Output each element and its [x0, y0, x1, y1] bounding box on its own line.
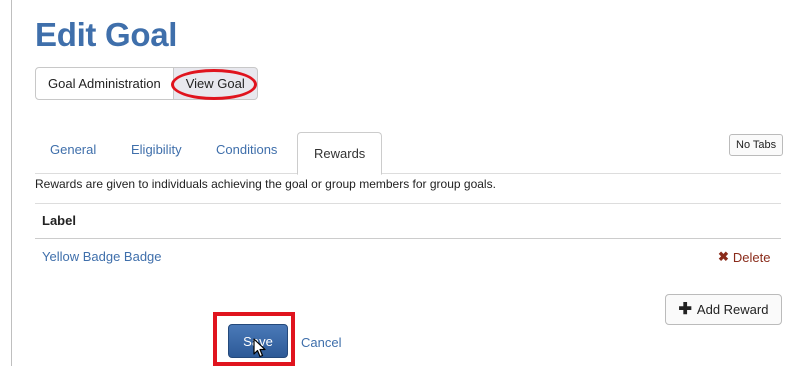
table-divider: [35, 203, 781, 204]
frame-border: [11, 0, 12, 366]
delete-reward-button[interactable]: ✖ Delete: [718, 249, 770, 265]
reward-link[interactable]: Yellow Badge Badge: [42, 249, 162, 264]
tab-eligibility[interactable]: Eligibility: [131, 142, 182, 157]
tab-general[interactable]: General: [50, 142, 96, 157]
delete-label: Delete: [732, 249, 771, 265]
page-title: Edit Goal: [35, 16, 178, 53]
table-divider: [35, 238, 781, 239]
plus-icon: ✚: [678, 300, 692, 318]
add-reward-button[interactable]: ✚ Add Reward: [665, 294, 782, 325]
view-toggle-group: Goal Administration View Goal: [35, 67, 258, 100]
view-goal-button[interactable]: View Goal: [170, 67, 258, 100]
x-icon: ✖: [718, 249, 729, 264]
column-header-label: Label: [42, 213, 76, 228]
tab-conditions[interactable]: Conditions: [216, 142, 277, 157]
cancel-link[interactable]: Cancel: [301, 335, 341, 350]
tab-rewards[interactable]: Rewards: [297, 132, 383, 175]
goal-administration-button[interactable]: Goal Administration: [35, 67, 174, 100]
tab-bar: General Eligibility Conditions Rewards: [35, 132, 781, 175]
view-goal-label: View Goal: [185, 76, 245, 91]
mouse-pointer-icon: [253, 338, 266, 358]
rewards-description: Rewards are given to individuals achievi…: [35, 177, 496, 191]
no-tabs-button[interactable]: No Tabs: [729, 134, 784, 156]
add-reward-label: Add Reward: [696, 302, 769, 317]
